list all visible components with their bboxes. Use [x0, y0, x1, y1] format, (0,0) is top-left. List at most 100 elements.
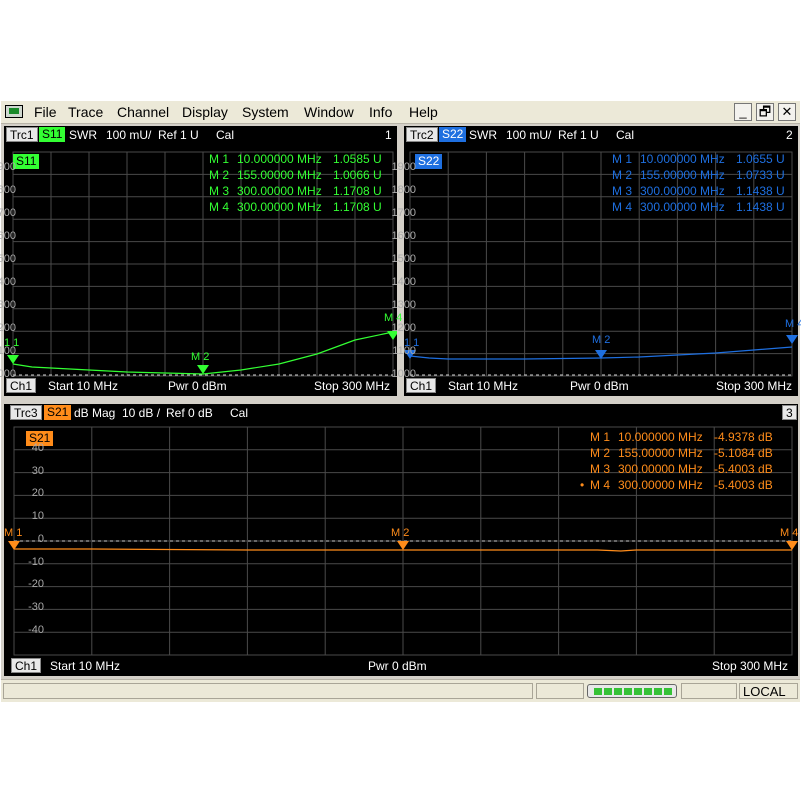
- y-tick-label: 1400: [391, 276, 416, 288]
- panel-number: 3: [782, 405, 797, 420]
- marker-freq: 155.00000 MHz: [618, 446, 703, 460]
- marker-readout-row: • M 4 300.00000 MHz -5.4003 dB: [580, 477, 784, 493]
- start-freq: Start 10 MHz: [50, 659, 121, 673]
- menu-trace[interactable]: Trace: [68, 104, 103, 120]
- param-tag[interactable]: S22: [439, 127, 467, 142]
- format-label: SWR: [469, 128, 497, 142]
- marker-readout-row: M 1 10.000000 MHz 1.0585 U: [209, 151, 403, 167]
- marker-name: M 2: [612, 168, 633, 182]
- marker-name: M 1: [612, 152, 633, 166]
- trace-panel-s11[interactable]: Trc1 S11 SWR 100 mU/ Ref 1 U Cal 1 S11 1…: [0, 126, 402, 396]
- channel-tag[interactable]: Ch1: [6, 378, 37, 393]
- y-tick-label: 1600: [0, 230, 16, 242]
- y-tick-label: 40: [31, 442, 44, 454]
- status-cell: [681, 683, 737, 699]
- plot-area[interactable]: S22 1900 1800 1700 1600 1500 1400 1300 1200 1100…: [392, 144, 801, 380]
- start-freq: Start 10 MHz: [448, 379, 519, 393]
- marker-freq: 300.00000 MHz: [237, 200, 322, 214]
- status-cell: [536, 683, 584, 699]
- scale-label: 100 mU/: [506, 128, 552, 142]
- menu-window[interactable]: Window: [304, 104, 354, 120]
- panel-footer: Ch1 Start 10 MHz Pwr 0 dBm Stop 300 MHz: [4, 657, 798, 675]
- activity-led: [664, 688, 672, 695]
- panel-footer: Ch1 Start 10 MHz Pwr 0 dBm Stop 300 MHz: [4, 377, 397, 395]
- scale-label: 10 dB /: [122, 406, 161, 420]
- marker-name: M 4: [612, 200, 633, 214]
- param-tag[interactable]: S21: [44, 405, 72, 420]
- y-tick-label: 1500: [391, 253, 416, 265]
- stop-freq: Stop 300 MHz: [712, 659, 789, 673]
- y-tick-label: 1600: [391, 230, 416, 242]
- y-tick-label: 30: [31, 464, 44, 477]
- marker-2-triangle: [197, 365, 209, 374]
- menu-system[interactable]: System: [242, 104, 289, 120]
- trace-panel-s21[interactable]: Trc3 S21 dB Mag 10 dB / Ref 0 dB Cal 3 S…: [4, 404, 798, 676]
- activity-led: [624, 688, 632, 695]
- param-badge: S11: [13, 154, 40, 169]
- marker-readout-row: M 2 155.00000 MHz 1.0733 U: [612, 167, 801, 183]
- app-icon: [5, 105, 23, 118]
- minimize-button[interactable]: _: [734, 103, 752, 121]
- y-tick-label: 1300: [0, 299, 16, 311]
- activity-led: [634, 688, 642, 695]
- menu-channel[interactable]: Channel: [117, 104, 169, 120]
- y-tick-label: -20: [28, 578, 44, 591]
- format-label: SWR: [69, 128, 97, 142]
- marker-name: M 3: [612, 184, 633, 198]
- marker-freq: 300.00000 MHz: [618, 462, 703, 476]
- y-tick-label: 1200: [0, 322, 16, 334]
- marker-name: M 2: [590, 446, 611, 460]
- marker-name: M 4: [209, 200, 230, 214]
- stop-freq: Stop 300 MHz: [314, 379, 391, 393]
- plot-area[interactable]: S11 190018001700160015001400130012001100…: [0, 144, 402, 380]
- y-tick-label: 1200: [391, 322, 416, 334]
- remote-mode-status: LOCAL: [743, 684, 786, 699]
- marker-readout-row: M 3 300.00000 MHz 1.1438 U: [612, 183, 801, 199]
- marker-value: 1.0655 U: [736, 152, 785, 166]
- vna-application-window: File Trace Channel Display System Window…: [0, 101, 801, 702]
- marker-value: 1.1438 U: [736, 184, 785, 198]
- menu-display[interactable]: Display: [182, 104, 228, 120]
- param-tag[interactable]: S11: [39, 127, 66, 142]
- marker-readout-row: M 3 300.00000 MHz 1.1708 U: [209, 183, 403, 199]
- panel-header: Trc2 S22 SWR 100 mU/ Ref 1 U Cal 2: [404, 126, 798, 144]
- scale-label: 100 mU/: [106, 128, 152, 142]
- y-tick-label: 1700: [391, 207, 416, 219]
- y-tick-label: 1900: [391, 161, 416, 173]
- activity-led: [654, 688, 662, 695]
- marker-freq: 300.00000 MHz: [618, 478, 703, 492]
- channel-tag[interactable]: Ch1: [11, 658, 42, 673]
- trace-panel-s22[interactable]: Trc2 S22 SWR 100 mU/ Ref 1 U Cal 2 S22 1…: [392, 126, 801, 396]
- y-tick-label: -30: [28, 600, 44, 613]
- format-label: dB Mag: [74, 406, 116, 420]
- marker-readout-row: M 2 155.00000 MHz -5.1084 dB: [580, 445, 784, 461]
- plot-area[interactable]: S21 40 30 20 10 0 -10 -20 -30 -40 M 1 10.000000 M…: [4, 422, 798, 656]
- menu-help[interactable]: Help: [409, 104, 438, 120]
- restore-button[interactable]: 🗗: [756, 103, 774, 121]
- marker-3-label: M 4: [785, 318, 801, 330]
- marker-freq: 10.000000 MHz: [618, 430, 703, 444]
- power-label: Pwr 0 dBm: [368, 659, 427, 673]
- marker-active: •: [580, 478, 585, 492]
- channel-tag[interactable]: Ch1: [406, 378, 437, 393]
- marker-freq: 300.00000 MHz: [640, 200, 725, 214]
- marker-table: M 1 10.000000 MHz 1.0655 U M 2 155.00000 MHz…: [612, 151, 801, 215]
- trace-tag[interactable]: Trc3: [10, 405, 42, 420]
- menu-info[interactable]: Info: [369, 104, 392, 120]
- close-button[interactable]: ✕: [778, 103, 796, 121]
- marker-2-label: M 2: [391, 527, 410, 539]
- menu-file[interactable]: File: [34, 104, 57, 120]
- power-label: Pwr 0 dBm: [168, 379, 227, 393]
- power-label: Pwr 0 dBm: [570, 379, 629, 393]
- trace-tag[interactable]: Trc1: [6, 127, 38, 142]
- marker-3-label: M 4: [780, 527, 799, 539]
- marker-readout-row: M 1 10.000000 MHz 1.0655 U: [612, 151, 801, 167]
- marker-readout-row: M 4 300.00000 MHz 1.1708 U: [209, 199, 403, 215]
- trace-tag[interactable]: Trc2: [406, 127, 438, 142]
- marker-2-triangle: [397, 541, 409, 550]
- activity-indicator: [587, 684, 677, 698]
- stop-freq: Stop 300 MHz: [716, 379, 793, 393]
- marker-name: M 1: [209, 152, 230, 166]
- ref-label: Ref 0 dB: [166, 406, 213, 420]
- marker-name: M 4: [590, 478, 611, 492]
